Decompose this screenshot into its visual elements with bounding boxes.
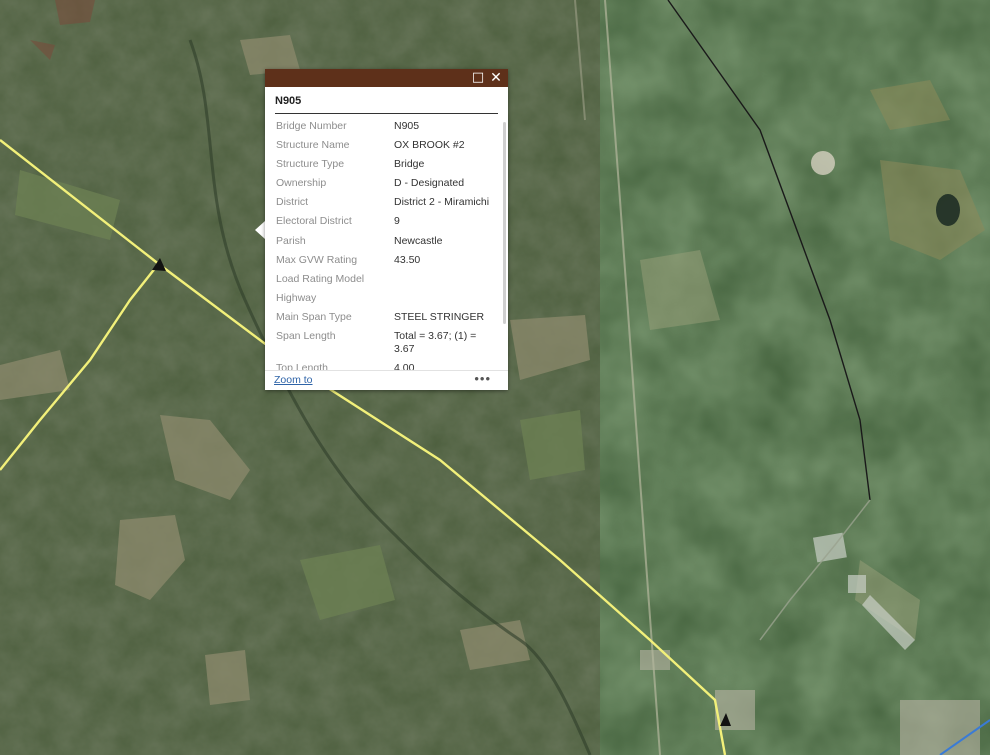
attribute-row: Max GVW Rating 43.50	[276, 254, 498, 273]
attribute-value: 4.00	[394, 361, 415, 370]
attribute-label: Max GVW Rating	[276, 253, 358, 266]
attribute-row: Bridge Number N905	[276, 120, 498, 139]
attribute-row: Electoral District 9	[276, 215, 498, 234]
feature-popup: □ ✕ N905 Bridge Number N905 Structure Name…	[265, 69, 508, 390]
zoom-to-link[interactable]: Zoom to	[274, 374, 313, 386]
attribute-row: Structure Name OX BROOK #2	[276, 139, 498, 158]
popup-scrollbar[interactable]	[503, 122, 506, 324]
attribute-label: District	[276, 196, 309, 209]
attribute-row: Main Span Type STEEL STRINGER	[276, 311, 498, 330]
attribute-row: Top Length 4.00	[276, 362, 498, 370]
attribute-value	[394, 292, 498, 311]
attribute-value: STEEL STRINGER	[394, 310, 485, 323]
attribute-label: Bridge Number	[276, 120, 347, 132]
attribute-label: Structure Type	[276, 158, 345, 171]
popup-titlebar: □ ✕	[265, 69, 508, 87]
attribute-value: 43.50	[394, 253, 421, 266]
popup-attributes[interactable]: Bridge Number N905 Structure Name OX BROOK …	[265, 120, 502, 370]
attribute-row: Span Length Total = 3.67; (1) = 3.67	[276, 330, 498, 362]
attribute-value	[394, 273, 498, 292]
attribute-label: Top Length	[276, 361, 328, 370]
attribute-row: Structure Type Bridge	[276, 158, 498, 177]
attribute-row: District District 2 - Miramichi	[276, 196, 498, 215]
attribute-value: OX BROOK #2	[394, 139, 465, 152]
attribute-value: N905	[394, 120, 420, 132]
attribute-value: District 2 - Miramichi	[394, 196, 490, 209]
attribute-label: Parish	[276, 234, 306, 247]
more-options-icon[interactable]: •••	[474, 371, 491, 386]
attribute-label: Structure Name	[276, 139, 350, 152]
maximize-icon[interactable]: □	[470, 70, 486, 86]
attribute-value: D - Designated	[394, 177, 465, 190]
attribute-row: Load Rating Model	[276, 273, 498, 292]
attribute-value: Bridge	[394, 158, 425, 171]
attribute-row: Ownership D - Designated	[276, 177, 498, 196]
popup-title: N905	[275, 95, 498, 114]
attribute-label: Ownership	[276, 177, 327, 190]
attribute-label: Highway	[276, 291, 317, 304]
attribute-label: Load Rating Model	[276, 272, 365, 285]
attribute-label: Electoral District	[276, 215, 352, 228]
attribute-row: Parish Newcastle	[276, 235, 498, 254]
close-icon[interactable]: ✕	[488, 70, 504, 86]
attribute-label: Span Length	[276, 330, 336, 343]
attribute-value: 9	[394, 215, 400, 228]
attribute-label: Main Span Type	[276, 310, 352, 323]
attribute-row: Highway	[276, 292, 498, 311]
attribute-value: Newcastle	[394, 234, 443, 247]
popup-footer: Zoom to •••	[265, 370, 508, 390]
attribute-value: Total = 3.67; (1) = 3.67	[394, 330, 477, 355]
popup-pointer	[255, 221, 265, 239]
attribute-table: Bridge Number N905 Structure Name OX BROOK …	[276, 120, 498, 370]
